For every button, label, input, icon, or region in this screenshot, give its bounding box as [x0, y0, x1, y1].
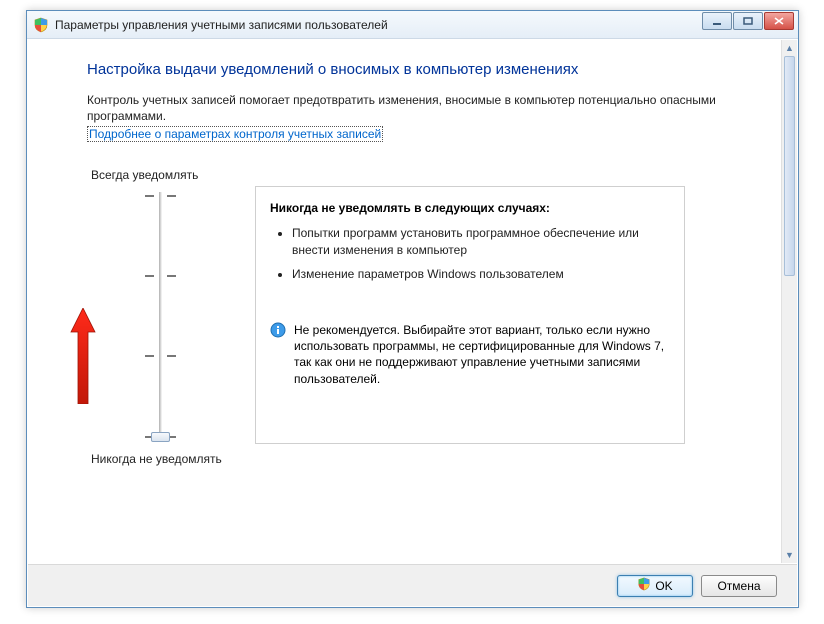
window-title: Параметры управления учетными записями п…: [55, 18, 388, 32]
slider-tick: [167, 275, 176, 277]
slider-tick: [145, 355, 154, 357]
ok-button[interactable]: OK: [617, 575, 693, 597]
vertical-scrollbar[interactable]: ▲ ▼: [781, 40, 797, 563]
intro-text: Контроль учетных записей помогает предот…: [87, 92, 740, 124]
scroll-up-icon[interactable]: ▲: [782, 40, 797, 56]
footer: OK Отмена: [28, 564, 797, 606]
slider-tick: [167, 195, 176, 197]
arrow-annotation-icon: [69, 308, 97, 407]
page-title: Настройка выдачи уведомлений о вносимых …: [87, 61, 740, 78]
minimize-button[interactable]: [702, 12, 732, 30]
panel-note: Не рекомендуется. Выбирайте этот вариант…: [270, 322, 670, 387]
info-icon: [270, 322, 286, 338]
slider-track: [159, 192, 162, 442]
content-area: Настройка выдачи уведомлений о вносимых …: [35, 47, 780, 563]
panel-bullet-list: Попытки программ установить программное …: [292, 225, 670, 282]
slider-tick: [167, 355, 176, 357]
slider-tick: [145, 195, 154, 197]
panel-bullet: Попытки программ установить программное …: [292, 225, 670, 257]
ok-label: OK: [655, 579, 672, 593]
slider-tick: [145, 275, 154, 277]
cancel-button[interactable]: Отмена: [701, 575, 777, 597]
shield-icon: [637, 577, 651, 594]
uac-settings-window: Параметры управления учетными записями п…: [26, 10, 799, 608]
scroll-down-icon[interactable]: ▼: [782, 547, 797, 563]
window-controls: [702, 12, 794, 30]
description-panel: Никогда не уведомлять в следующих случая…: [255, 186, 685, 444]
cancel-label: Отмена: [717, 579, 760, 593]
uac-slider[interactable]: [145, 192, 175, 442]
panel-note-text: Не рекомендуется. Выбирайте этот вариант…: [294, 322, 670, 387]
learn-more-link[interactable]: Подробнее о параметрах контроля учетных …: [87, 126, 383, 142]
scrollbar-thumb[interactable]: [784, 56, 795, 276]
slider-top-label: Всегда уведомлять: [91, 168, 198, 182]
slider-thumb[interactable]: [151, 432, 170, 442]
titlebar[interactable]: Параметры управления учетными записями п…: [27, 11, 798, 39]
shield-icon: [33, 17, 49, 33]
maximize-button[interactable]: [733, 12, 763, 30]
slider-area: Всегда уведомлять: [87, 168, 740, 488]
close-button[interactable]: [764, 12, 794, 30]
slider-bottom-label: Никогда не уведомлять: [91, 452, 222, 466]
panel-bullet: Изменение параметров Windows пользовател…: [292, 266, 670, 282]
panel-title: Никогда не уведомлять в следующих случая…: [270, 201, 670, 215]
